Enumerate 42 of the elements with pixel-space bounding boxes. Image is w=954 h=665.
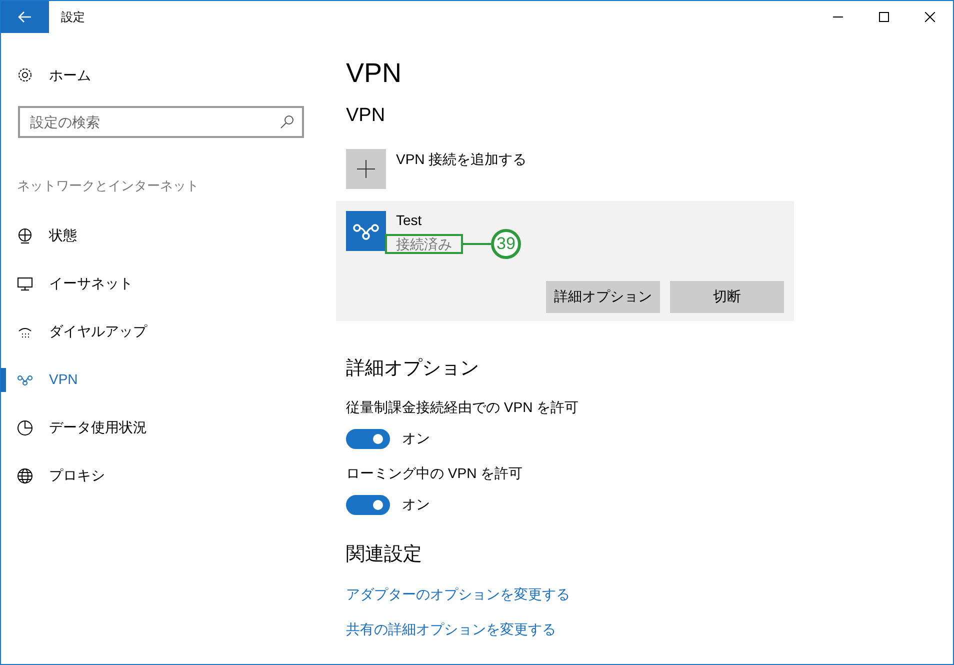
settings-icon	[17, 67, 33, 83]
back-arrow-icon	[17, 9, 33, 25]
nav-item[interactable]: VPN	[1, 356, 321, 404]
connection-status: 接続済み	[385, 234, 463, 254]
leader-line	[463, 242, 491, 244]
plus-icon	[357, 160, 375, 178]
globe-icon	[17, 468, 33, 484]
vpn-tile-icon	[346, 210, 386, 250]
window-title: 設定	[61, 9, 85, 26]
toggle-state: オン	[402, 429, 430, 448]
toggle-label: 従量制課金接続経由での VPN を許可	[346, 398, 580, 417]
settings-link[interactable]: 共有の詳細オプションを変更する	[346, 618, 556, 640]
nav-item[interactable]: プロキシ	[1, 452, 321, 500]
close-icon	[925, 12, 935, 22]
section-label: ネットワークとインターネット	[17, 177, 200, 195]
card-button[interactable]: 詳細オプション	[546, 280, 660, 312]
toggle-switch[interactable]	[346, 494, 390, 514]
nav-item[interactable]: データ使用状況	[1, 404, 321, 452]
callout-number: 39	[491, 228, 521, 258]
toggle-state: オン	[402, 495, 430, 514]
home-item[interactable]: ホーム	[17, 66, 321, 84]
card-button[interactable]: 切断	[670, 280, 784, 312]
pie-chart-icon	[17, 420, 33, 436]
toggle-switch[interactable]	[346, 428, 390, 448]
section-heading: VPN	[346, 104, 386, 128]
settings-link[interactable]: アダプターのオプションを変更する	[346, 584, 570, 604]
page-title: VPN	[346, 57, 403, 90]
monitor-icon	[17, 276, 33, 292]
add-vpn-label[interactable]: VPN 接続を追加する	[396, 148, 527, 170]
nav-item[interactable]: 状態	[1, 212, 321, 260]
nav-item[interactable]: ダイヤルアップ	[1, 308, 321, 356]
toggle-label: ローミング中の VPN を許可	[346, 464, 524, 483]
search-icon	[280, 115, 294, 129]
section-heading: 関連設定	[346, 543, 423, 567]
section-heading: 詳細オプション	[346, 356, 480, 380]
vpn-connection-card[interactable]: Test 接続済み 39 詳細オプション 切断	[336, 200, 794, 320]
maximize-icon	[879, 12, 889, 22]
connection-name: Test	[396, 210, 423, 228]
add-vpn-button[interactable]	[346, 148, 386, 188]
search-field[interactable]: 設定の検索	[18, 106, 304, 138]
globe-monitor-icon	[17, 228, 33, 244]
nav-item[interactable]: イーサネット	[1, 260, 321, 308]
